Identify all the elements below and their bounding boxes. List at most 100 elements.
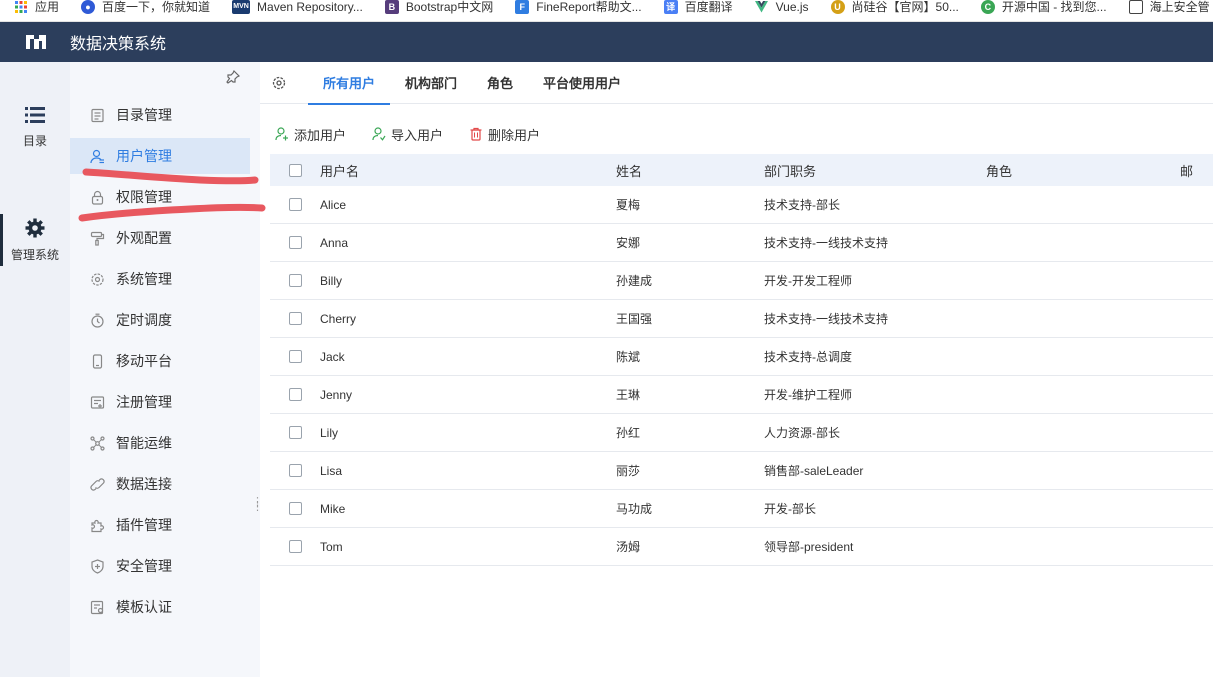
header-name[interactable]: 姓名 (616, 161, 642, 180)
table-row[interactable]: Alice 夏梅 技术支持-部长 (270, 186, 1213, 224)
table-body: Alice 夏梅 技术支持-部长 Anna 安娜 技术支持-一线技术支持 Billy 孙建成开… (270, 186, 1213, 566)
tab-roles[interactable]: 角色 (472, 62, 528, 104)
menu-item-users[interactable]: 用户管理 (70, 138, 250, 174)
header-role[interactable]: 角色 (986, 161, 1012, 180)
menu-item-ops[interactable]: 智能运维 (70, 425, 250, 461)
cell-dept: 技术支持-一线技术支持 (764, 236, 888, 250)
bookmarks-bar: 应用 ● 百度一下，你就知道 MVN Maven Repository... B… (0, 0, 1213, 22)
row-checkbox[interactable] (289, 388, 302, 401)
table-row[interactable]: Lily 孙红 人力资源-部长 (270, 414, 1213, 452)
bookmark-label: 应用 (35, 0, 60, 14)
add-user-label: 添加用户 (294, 127, 347, 143)
rail-label: 管理系统 (10, 248, 59, 262)
cell-username: Lisa (320, 463, 343, 478)
gear-icon (25, 218, 45, 238)
register-icon (90, 395, 105, 409)
tab-settings-gear-icon[interactable] (271, 75, 287, 91)
tab-bar: 所有用户 机构部门 角色 平台使用用户 (260, 62, 1213, 105)
cell-dept: 技术支持-一线技术支持 (764, 312, 888, 326)
add-user-button[interactable]: 添加用户 (275, 125, 346, 144)
bookmark-finereport[interactable]: F FineReport帮助文... (515, 0, 642, 15)
select-all-checkbox[interactable] (289, 163, 302, 177)
tab-label: 机构部门 (405, 76, 458, 91)
menu-item-permissions[interactable]: 权限管理 (70, 179, 250, 215)
table-row[interactable]: Tom 汤姆 领导部-president (270, 528, 1213, 566)
bookmark-baidu-translate[interactable]: 译 百度翻译 (663, 0, 733, 15)
lock-icon (91, 190, 104, 205)
tab-platform-users[interactable]: 平台使用用户 (528, 62, 636, 104)
header-dept[interactable]: 部门职务 (764, 161, 816, 180)
menu-item-security[interactable]: 安全管理 (70, 548, 250, 584)
bookmark-atguigu[interactable]: U 尚硅谷【官网】50... (830, 0, 959, 15)
row-checkbox[interactable] (289, 464, 302, 477)
import-user-button[interactable]: 导入用户 (372, 125, 443, 144)
bookmark-maritime[interactable]: 海上安全管 (1128, 0, 1210, 15)
row-checkbox[interactable] (289, 198, 302, 211)
menu-label: 智能运维 (116, 435, 172, 451)
bookmark-label: Maven Repository... (257, 0, 363, 14)
tab-all-users[interactable]: 所有用户 (308, 62, 391, 105)
header-email[interactable]: 邮 (1180, 161, 1193, 180)
table-row[interactable]: Billy 孙建成 开发-开发工程师 (270, 262, 1213, 300)
cell-name: 孙建成 (616, 274, 653, 288)
bookmark-apps[interactable]: 应用 (14, 0, 59, 15)
pin-icon[interactable] (226, 70, 240, 84)
table-row[interactable]: Jack 陈斌 技术支持-总调度 (270, 338, 1213, 376)
table-row[interactable]: Anna 安娜 技术支持-一线技术支持 (270, 224, 1213, 262)
rail-item-directory[interactable]: 目录 (0, 106, 70, 149)
menu-label: 系统管理 (116, 271, 172, 287)
table-row[interactable]: Lisa 丽莎 销售部-saleLeader (270, 452, 1213, 490)
baidu-paw-icon: ● (81, 0, 96, 14)
bookmark-vue[interactable]: Vue.js (755, 0, 809, 14)
settings-icon (91, 272, 104, 286)
menu-item-template-cert[interactable]: 模板认证 (70, 589, 250, 625)
menu-label: 安全管理 (116, 558, 172, 574)
table-row[interactable]: Cherry 王国强 技术支持-一线技术支持 (270, 300, 1213, 338)
menu-item-register[interactable]: 注册管理 (70, 384, 250, 420)
cell-dept: 开发-开发工程师 (764, 274, 852, 288)
directory-icon (91, 108, 104, 122)
menu-item-directory[interactable]: 目录管理 (70, 97, 250, 133)
row-checkbox[interactable] (289, 502, 302, 515)
left-rail: 目录 管理系统 (0, 62, 70, 677)
tab-departments[interactable]: 机构部门 (390, 62, 472, 104)
vue-logo-icon (755, 0, 769, 14)
resize-handle[interactable]: ⋮ ⋮ (252, 497, 263, 516)
delete-user-button[interactable]: 删除用户 (469, 125, 540, 144)
menu-item-schedule[interactable]: 定时调度 (70, 302, 250, 338)
shield-icon (91, 558, 104, 574)
cell-name: 王国强 (616, 312, 653, 326)
cell-name: 王琳 (616, 388, 641, 402)
table-row[interactable]: Mike 马功成 开发-部长 (270, 490, 1213, 528)
baidu-translate-icon: 译 (663, 0, 678, 14)
menu-label: 权限管理 (116, 189, 172, 205)
rail-item-management[interactable]: 管理系统 (0, 218, 70, 263)
menu-item-mobile[interactable]: 移动平台 (70, 343, 250, 379)
user-table: 用户名 姓名 部门职务 角色 邮 Alice 夏梅 技术支持-部长 Anna 安娜 技术支… (270, 154, 1213, 566)
cell-username: Alice (320, 197, 347, 212)
cell-dept: 销售部-saleLeader (764, 464, 864, 478)
menu-item-data-connection[interactable]: 数据连接 (70, 466, 250, 502)
mvn-logo-icon: MVN (232, 0, 251, 14)
user-icon (90, 149, 104, 163)
row-checkbox[interactable] (289, 350, 302, 363)
bookmark-maven[interactable]: MVN Maven Repository... (232, 0, 363, 14)
row-checkbox[interactable] (289, 540, 302, 553)
delete-user-label: 删除用户 (488, 127, 541, 143)
bookmark-oschina[interactable]: C 开源中国 - 找到您... (980, 0, 1107, 15)
menu-item-appearance[interactable]: 外观配置 (70, 220, 250, 256)
row-checkbox[interactable] (289, 312, 302, 325)
cell-dept: 技术支持-部长 (764, 198, 840, 212)
row-checkbox[interactable] (289, 274, 302, 287)
menu-label: 定时调度 (116, 312, 172, 328)
cell-name: 夏梅 (616, 198, 641, 212)
bookmark-baidu[interactable]: ● 百度一下，你就知道 (81, 0, 210, 15)
header-username[interactable]: 用户名 (320, 161, 359, 180)
table-row[interactable]: Jenny 王琳 开发-维护工程师 (270, 376, 1213, 414)
menu-item-system[interactable]: 系统管理 (70, 261, 250, 297)
row-checkbox[interactable] (289, 236, 302, 249)
menu-item-plugins[interactable]: 插件管理 (70, 507, 250, 543)
bookmark-bootstrap[interactable]: B Bootstrap中文网 (384, 0, 493, 15)
row-checkbox[interactable] (289, 426, 302, 439)
cell-name: 汤姆 (616, 540, 641, 554)
